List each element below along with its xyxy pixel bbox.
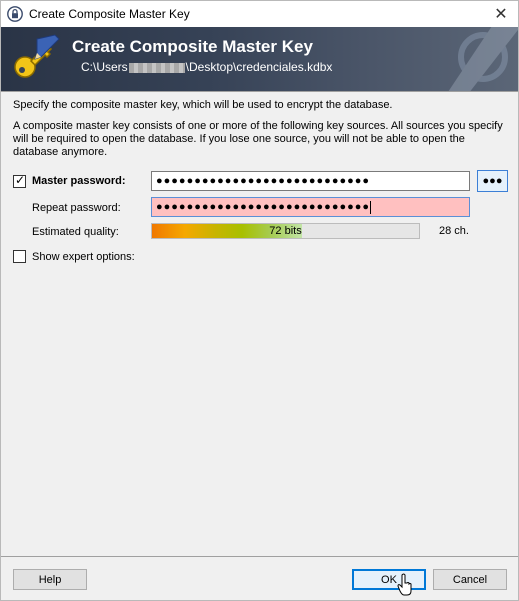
show-password-button[interactable]: ●●● — [477, 170, 508, 192]
window-title: Create Composite Master Key — [29, 7, 190, 21]
banner-divider — [1, 91, 518, 92]
repeat-password-label: Repeat password: — [32, 202, 121, 214]
character-count: 28 ch. — [439, 225, 469, 237]
cancel-button[interactable]: Cancel — [433, 569, 507, 590]
path-prefix: C:\Users — [81, 60, 128, 74]
master-password-checkbox[interactable]: ✓ — [13, 173, 26, 188]
ok-button[interactable]: OK — [352, 569, 426, 590]
redacted-username — [128, 62, 185, 73]
banner-watermark-icon — [448, 27, 518, 91]
quality-bits-text: 72 bits — [152, 224, 419, 238]
expert-options-checkbox[interactable] — [13, 250, 26, 263]
banner-title: Create Composite Master Key — [72, 37, 313, 56]
repeat-password-input[interactable]: ●●●●●●●●●●●●●●●●●●●●●●●●●●●● — [151, 197, 470, 217]
estimated-quality-label: Estimated quality: — [32, 226, 119, 238]
quality-progress-bar: 72 bits — [151, 223, 420, 239]
header-banner: Create Composite Master Key C:\Users \Des… — [1, 27, 518, 91]
intro-text-1: Specify the composite master key, which … — [13, 99, 393, 111]
mouse-pointer-icon — [397, 573, 412, 596]
keepass-lock-icon — [7, 6, 23, 22]
create-master-key-dialog: Create Composite Master Key ✕ Create Com… — [0, 0, 519, 601]
database-path: C:\Users \Desktop\credenciales.kdbx — [81, 60, 332, 74]
text-caret — [370, 200, 372, 214]
master-password-input[interactable]: ●●●●●●●●●●●●●●●●●●●●●●●●●●●● — [151, 171, 470, 191]
intro-text-2: A composite master key consists of one o… — [13, 120, 503, 158]
title-bar: Create Composite Master Key ✕ — [1, 1, 518, 27]
footer-divider — [1, 556, 518, 557]
help-button[interactable]: Help — [13, 569, 87, 590]
close-button[interactable]: ✕ — [484, 1, 518, 27]
master-password-label: Master password: — [32, 175, 126, 187]
path-suffix: \Desktop\credenciales.kdbx — [185, 60, 333, 74]
key-pencil-icon — [14, 34, 60, 78]
close-icon: ✕ — [494, 6, 508, 23]
quality-bits-value: 72 bits — [269, 225, 302, 237]
repeat-password-value: ●●●●●●●●●●●●●●●●●●●●●●●●●●●● — [156, 201, 371, 213]
checkmark-icon: ✓ — [15, 173, 26, 187]
expert-options-label: Show expert options: — [32, 251, 135, 263]
